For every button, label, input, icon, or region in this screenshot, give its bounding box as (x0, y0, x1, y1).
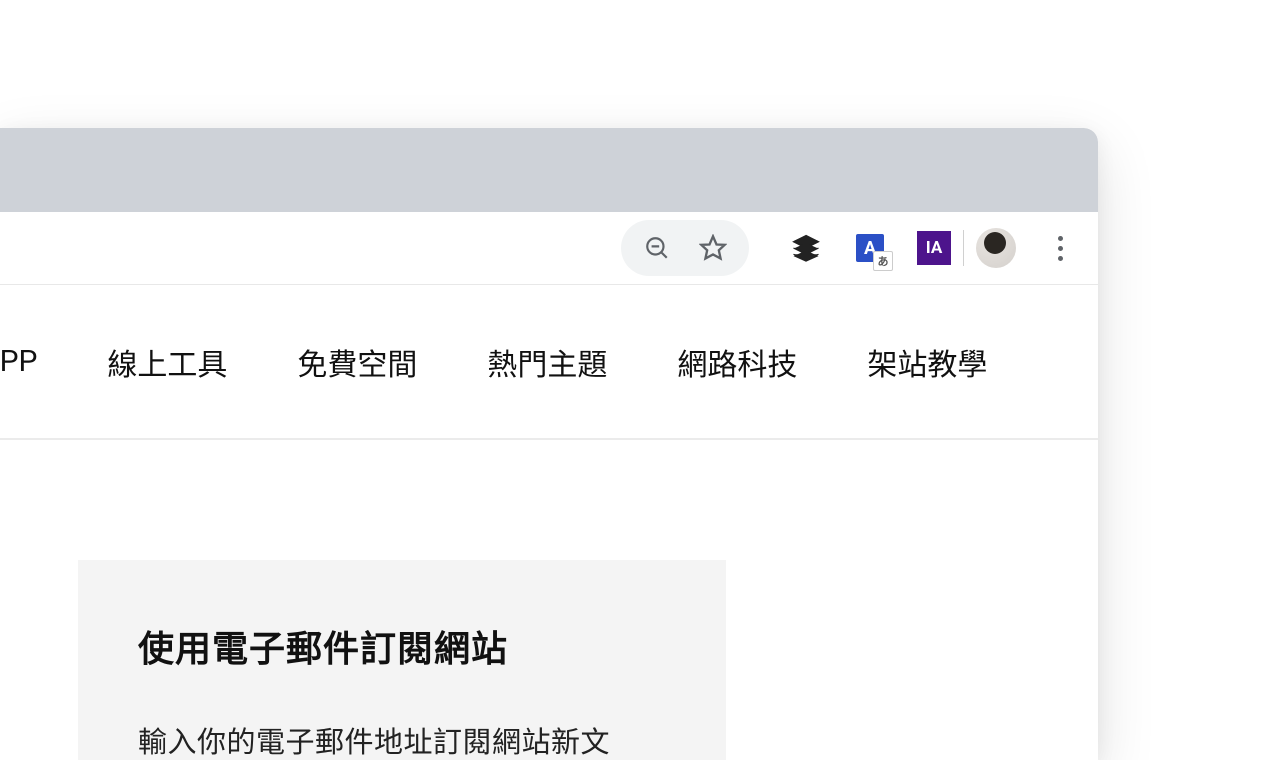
nav-item-free-space[interactable]: 免費空間 (297, 340, 417, 384)
buffer-extension-icon[interactable] (789, 231, 823, 265)
email-subscribe-card: 使用電子郵件訂閱網站 輸入你的電子郵件地址訂閱網站新文 (78, 560, 726, 760)
nav-item-internet-tech[interactable]: 網路科技 (677, 340, 797, 384)
bookmark-star-icon[interactable] (699, 234, 727, 262)
tab-bar (0, 128, 1098, 212)
profile-avatar[interactable] (976, 228, 1016, 268)
translate-glyph-secondary: あ (873, 251, 893, 271)
site-nav: APP 線上工具 免費空間 熱門主題 網路科技 架站教學 (0, 285, 1098, 440)
card-body-text: 輸入你的電子郵件地址訂閱網站新文 (138, 720, 666, 760)
extension-icons: A あ IA (789, 231, 951, 265)
card-title: 使用電子郵件訂閱網站 (138, 620, 666, 672)
browser-menu-icon[interactable] (1046, 234, 1074, 262)
nav-item-site-tutorials[interactable]: 架站教學 (867, 340, 987, 384)
nav-item-app[interactable]: APP (0, 344, 37, 379)
ia-extension-label: IA (917, 231, 951, 265)
nav-item-hot-topics[interactable]: 熱門主題 (487, 340, 607, 384)
zoom-out-icon[interactable] (643, 234, 671, 262)
browser-toolbar: A あ IA (0, 212, 1098, 285)
address-bar-actions (621, 220, 749, 276)
content-area: 使用電子郵件訂閱網站 輸入你的電子郵件地址訂閱網站新文 (0, 440, 1098, 760)
browser-window: A あ IA APP 線上工具 免費空間 熱門主題 網路科技 架站教學 使用電子… (0, 128, 1098, 760)
nav-item-online-tools[interactable]: 線上工具 (107, 340, 227, 384)
translate-extension-icon[interactable]: A あ (853, 231, 887, 265)
toolbar-divider (963, 230, 964, 266)
ia-extension-icon[interactable]: IA (917, 231, 951, 265)
address-bar-area (0, 220, 749, 276)
